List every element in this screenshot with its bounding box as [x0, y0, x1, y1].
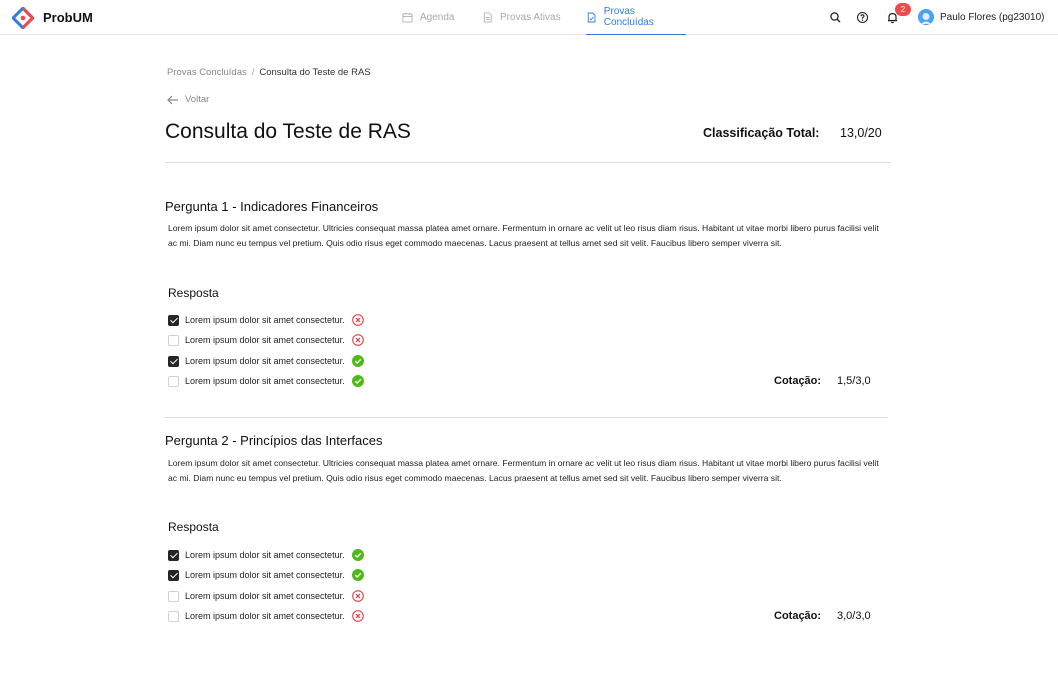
user-avatar-icon: [918, 9, 934, 25]
wrong-icon: [351, 334, 364, 346]
breadcrumb: Provas Concluídas / Consulta do Teste de R…: [167, 67, 371, 78]
page-title: Consulta do Teste de RAS: [165, 120, 411, 143]
wrong-icon: [351, 314, 364, 326]
correct-icon: [351, 549, 364, 561]
nav-provas-ativas[interactable]: Provas Ativas: [482, 0, 561, 35]
question-2-score-value: 3,0/3,0: [837, 610, 871, 622]
option-label: Lorem ipsum dolor sit amet consectetur.: [185, 591, 345, 601]
wrong-icon: [351, 610, 364, 622]
nav-provas-concluidas[interactable]: Provas Concluídas: [586, 0, 686, 35]
avatar[interactable]: [918, 9, 934, 25]
breadcrumb-current: Consulta do Teste de RAS: [259, 67, 371, 78]
back-label: Voltar: [185, 94, 210, 105]
question-1-option-2[interactable]: Lorem ipsum dolor sit amet consectetur.: [168, 334, 364, 346]
top-bar: ProbUM Agenda Provas Ativas Provas Concl…: [0, 0, 1058, 35]
question-2-option-4[interactable]: Lorem ipsum dolor sit amet consectetur.: [168, 610, 364, 622]
question-2-answer-label: Resposta: [168, 520, 219, 534]
checkbox-unchecked[interactable]: [168, 334, 179, 346]
option-label: Lorem ipsum dolor sit amet consectetur.: [185, 335, 345, 345]
app-name[interactable]: ProbUM: [43, 10, 93, 25]
document-icon: [483, 12, 492, 23]
option-label: Lorem ipsum dolor sit amet consectetur.: [185, 550, 345, 560]
correct-icon: [351, 355, 364, 367]
nav-agenda-label: Agenda: [420, 12, 455, 23]
breadcrumb-separator: /: [251, 67, 255, 78]
user-name[interactable]: Paulo Flores (pg23010): [940, 12, 1045, 23]
question-2-text: Lorem ipsum dolor sit amet consectetur. …: [168, 458, 879, 484]
question-2-option-1[interactable]: Lorem ipsum dolor sit amet consectetur.: [168, 549, 364, 561]
question-2-title: Pergunta 2 - Princípios das Interfaces: [165, 433, 383, 448]
option-label: Lorem ipsum dolor sit amet consectetur.: [185, 315, 345, 325]
option-label: Lorem ipsum dolor sit amet consectetur.: [185, 376, 345, 386]
notification-badge: 2: [895, 3, 911, 16]
question-2-option-2[interactable]: Lorem ipsum dolor sit amet consectetur.: [168, 569, 364, 581]
question-1-title: Pergunta 1 - Indicadores Financeiros: [165, 199, 379, 214]
option-label: Lorem ipsum dolor sit amet consectetur.: [185, 570, 345, 580]
question-divider: [165, 417, 888, 418]
question-2-score-label: Cotação:: [774, 610, 822, 622]
question-1-score-value: 1,5/3,0: [837, 375, 871, 387]
probum-logo-icon[interactable]: [12, 7, 34, 29]
nav-provas-concluidas-label: Provas Concluídas: [603, 6, 654, 28]
question-2-option-3[interactable]: Lorem ipsum dolor sit amet consectetur.: [168, 590, 364, 602]
question-1-score-label: Cotação:: [774, 375, 822, 387]
question-1-option-4[interactable]: Lorem ipsum dolor sit amet consectetur.: [168, 375, 364, 387]
nav-provas-ativas-label: Provas Ativas: [500, 12, 561, 23]
correct-icon: [351, 375, 364, 387]
checkbox-checked[interactable]: [168, 314, 179, 326]
help-icon[interactable]: [856, 11, 869, 24]
correct-icon: [351, 569, 364, 581]
total-score-value: 13,0/20: [840, 126, 882, 140]
option-label: Lorem ipsum dolor sit amet consectetur.: [185, 611, 345, 621]
checkbox-unchecked[interactable]: [168, 610, 179, 622]
wrong-icon: [351, 590, 364, 602]
checkbox-checked[interactable]: [168, 355, 179, 367]
calendar-icon: [402, 12, 413, 23]
back-button[interactable]: Voltar: [167, 94, 209, 105]
question-1-option-3[interactable]: Lorem ipsum dolor sit amet consectetur.: [168, 355, 364, 367]
search-icon[interactable]: [829, 11, 842, 24]
nav-agenda[interactable]: Agenda: [402, 0, 454, 35]
checkbox-unchecked[interactable]: [168, 590, 179, 602]
checkbox-unchecked[interactable]: [168, 375, 179, 387]
title-divider: [165, 162, 891, 163]
checkbox-checked[interactable]: [168, 569, 179, 581]
question-1-option-1[interactable]: Lorem ipsum dolor sit amet consectetur.: [168, 314, 364, 326]
question-1-text: Lorem ipsum dolor sit amet consectetur. …: [168, 223, 879, 249]
question-1-answer-label: Resposta: [168, 286, 219, 300]
total-score-label: Classificação Total:: [703, 126, 820, 140]
arrow-left-icon: [167, 95, 178, 104]
document-check-icon: [587, 12, 596, 22]
breadcrumb-parent-link[interactable]: Provas Concluídas: [167, 67, 247, 78]
checkbox-checked[interactable]: [168, 549, 179, 561]
option-label: Lorem ipsum dolor sit amet consectetur.: [185, 356, 345, 366]
